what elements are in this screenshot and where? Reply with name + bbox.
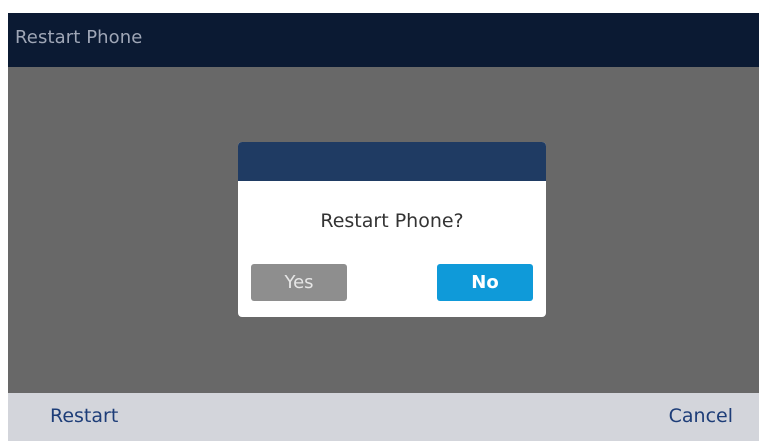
dialog-message: Restart Phone? xyxy=(320,210,464,232)
phone-screen: Restart Phone Restart Phone? Yes No Rest… xyxy=(8,13,759,441)
yes-button[interactable]: Yes xyxy=(251,264,347,301)
screen-title: Restart Phone xyxy=(15,27,143,48)
no-button[interactable]: No xyxy=(437,264,533,301)
softkey-bar: Restart Cancel xyxy=(8,393,759,441)
restart-softkey[interactable]: Restart xyxy=(50,405,118,427)
title-bar: Restart Phone xyxy=(8,13,759,67)
cancel-softkey[interactable]: Cancel xyxy=(669,405,733,427)
dialog-header xyxy=(238,142,546,181)
restart-confirm-dialog: Restart Phone? Yes No xyxy=(238,142,546,317)
